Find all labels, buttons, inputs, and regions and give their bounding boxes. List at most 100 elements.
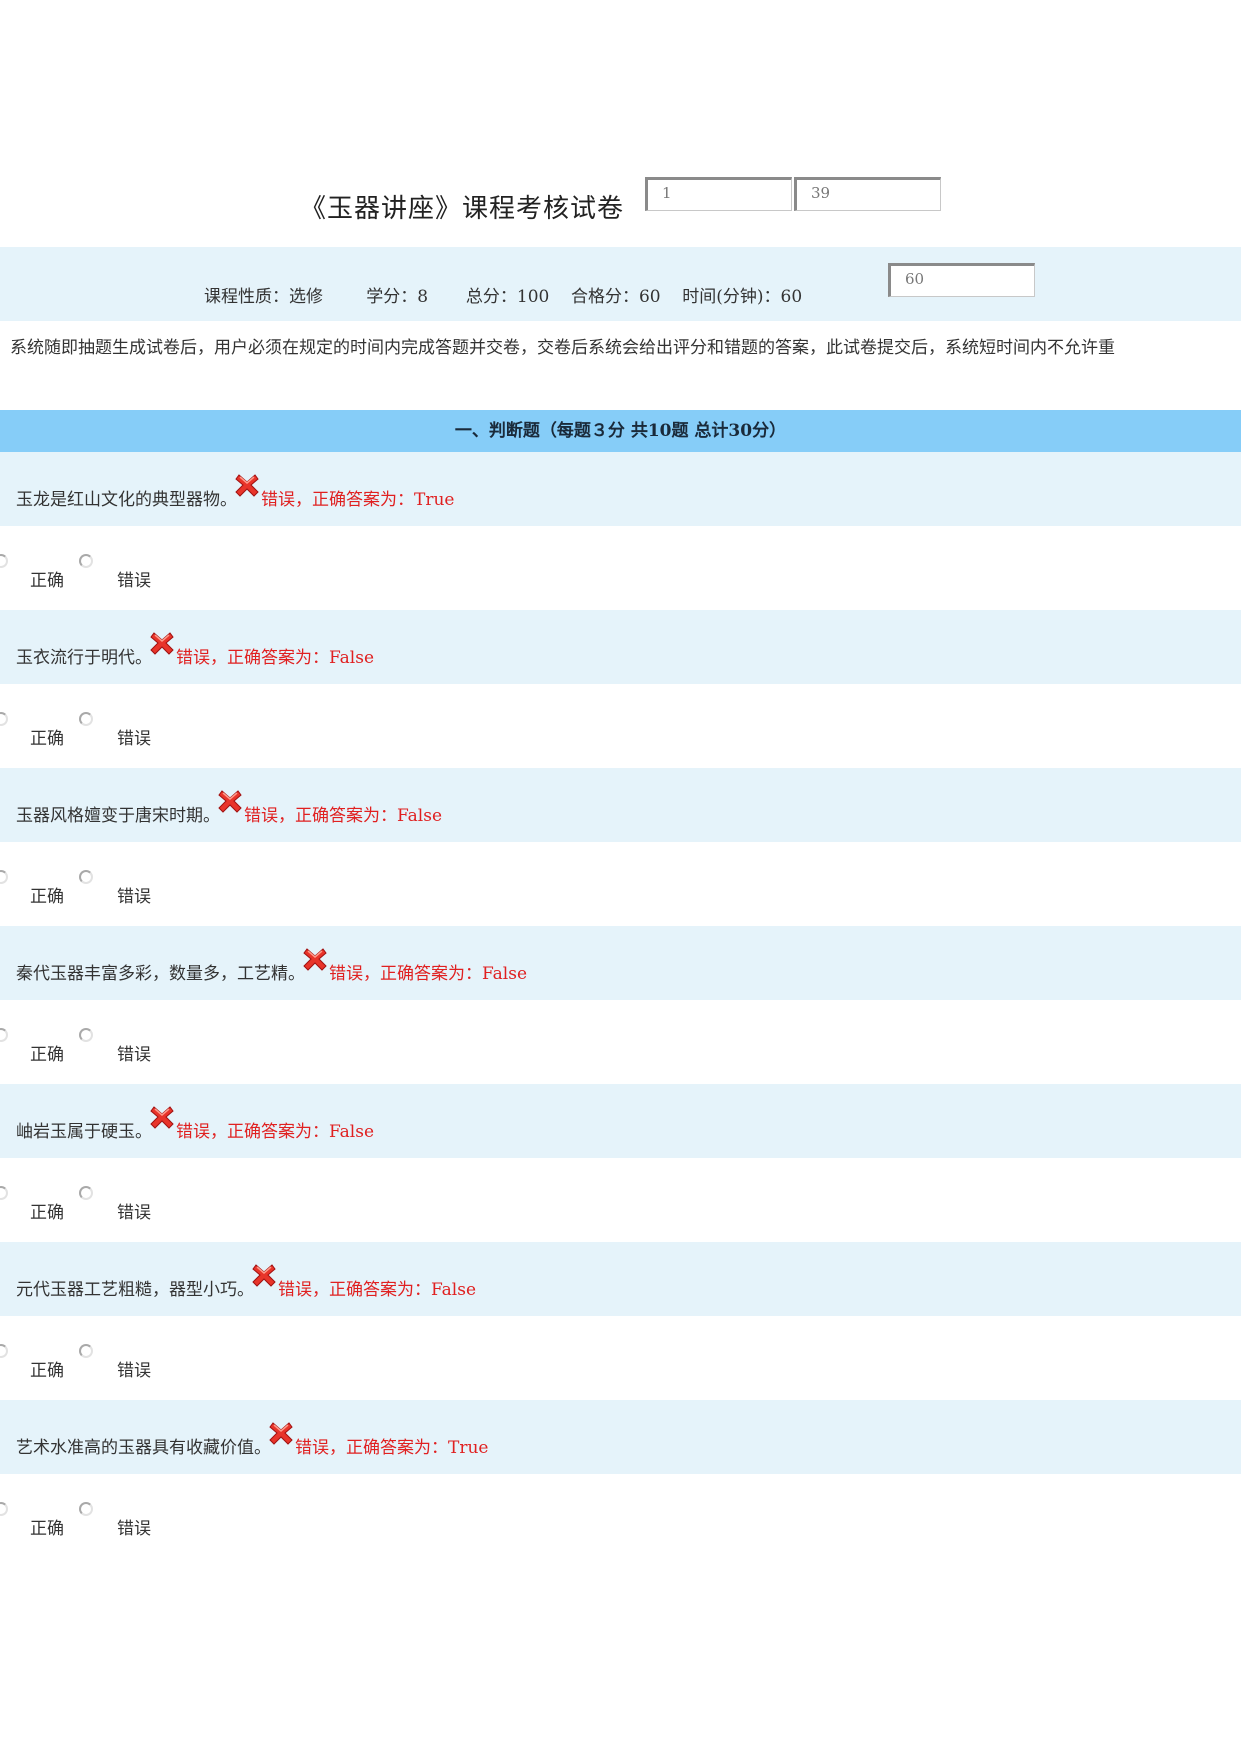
title-row: 《玉器讲座》课程考核试卷 1 39 (0, 176, 1241, 226)
question-result: 错误，正确答案为：False (150, 632, 374, 668)
red-x-icon (269, 1422, 293, 1445)
section-header: 一、判断题（每题３分 共10题 总计30分） (0, 410, 1241, 452)
question-header: 艺术水准高的玉器具有收藏价值。 错误，正确答案为：True (0, 1400, 1241, 1474)
answer-options: 正确 错误 (0, 1316, 1241, 1400)
red-x-icon (150, 1106, 174, 1129)
false-radio[interactable] (79, 1028, 93, 1042)
result-text: 错误，正确答案为：False (244, 806, 442, 826)
false-label: 错误 (117, 1361, 151, 1381)
course-info-band: 课程性质：选修 学分：8 总分：100 合格分：60 时间(分钟)：60 60 (0, 247, 1241, 321)
true-radio[interactable] (0, 554, 8, 568)
question-text-line: 岫岩玉属于硬玉。 错误，正确答案为：False (16, 1106, 374, 1142)
question-text: 元代玉器工艺粗糙，器型小巧。 (16, 1280, 254, 1300)
question-item: 艺术水准高的玉器具有收藏价值。 错误，正确答案为：True 正确 错误 (0, 1400, 1241, 1558)
result-text: 错误，正确答案为：False (278, 1280, 476, 1300)
answer-options: 正确 错误 (0, 1000, 1241, 1084)
question-result: 错误，正确答案为：True (235, 474, 455, 510)
credit: 学分：8 (366, 287, 429, 307)
exam-title: 《玉器讲座》课程考核试卷 (300, 194, 625, 224)
question-item: 岫岩玉属于硬玉。 错误，正确答案为：False 正确 错误 (0, 1084, 1241, 1242)
question-text: 玉龙是红山文化的典型器物。 (16, 490, 237, 510)
notice-text: ：系统随即抽题生成试卷后，用户必须在规定的时间内完成答题并交卷，交卷后系统会给出… (0, 338, 1115, 358)
question-item: 元代玉器工艺粗糙，器型小巧。 错误，正确答案为：False 正确 错误 (0, 1242, 1241, 1400)
question-text-line: 玉龙是红山文化的典型器物。 错误，正确答案为：True (16, 474, 455, 510)
answer-options: 正确 错误 (0, 1158, 1241, 1242)
pass-score: 合格分：60 (570, 287, 661, 307)
true-label: 正确 (30, 1203, 64, 1223)
answer-options: 正确 错误 (0, 684, 1241, 768)
question-result: 错误，正确答案为：True (269, 1422, 489, 1458)
exam-notice: ：系统随即抽题生成试卷后，用户必须在规定的时间内完成答题并交卷，交卷后系统会给出… (0, 333, 1241, 359)
true-label: 正确 (30, 571, 64, 591)
true-label: 正确 (30, 887, 64, 907)
total-score: 总分：100 (465, 287, 550, 307)
question-text-line: 秦代玉器丰富多彩，数量多，工艺精。 错误，正确答案为：False (16, 948, 527, 984)
question-result: 错误，正确答案为：False (252, 1264, 476, 1300)
red-x-icon (150, 632, 174, 655)
question-result: 错误，正确答案为：False (218, 790, 442, 826)
false-radio[interactable] (79, 1344, 93, 1358)
result-text: 错误，正确答案为：True (295, 1438, 489, 1458)
page-number-field[interactable]: 1 (645, 177, 792, 211)
question-list: 玉龙是红山文化的典型器物。 错误，正确答案为：True 正确 错误 玉衣流行于明代。 错误… (0, 452, 1241, 1558)
question-header: 岫岩玉属于硬玉。 错误，正确答案为：False (0, 1084, 1241, 1158)
question-header: 玉器风格嬗变于唐宋时期。 错误，正确答案为：False (0, 768, 1241, 842)
question-text: 玉器风格嬗变于唐宋时期。 (16, 806, 220, 826)
question-text: 秦代玉器丰富多彩，数量多，工艺精。 (16, 964, 305, 984)
question-text-line: 玉器风格嬗变于唐宋时期。 错误，正确答案为：False (16, 790, 442, 826)
question-item: 玉龙是红山文化的典型器物。 错误，正确答案为：True 正确 错误 (0, 452, 1241, 610)
result-text: 错误，正确答案为：False (329, 964, 527, 984)
false-label: 错误 (117, 887, 151, 907)
question-result: 错误，正确答案为：False (303, 948, 527, 984)
red-x-icon (235, 474, 259, 497)
question-item: 秦代玉器丰富多彩，数量多，工艺精。 错误，正确答案为：False 正确 错误 (0, 926, 1241, 1084)
question-text-line: 艺术水准高的玉器具有收藏价值。 错误，正确答案为：True (16, 1422, 489, 1458)
question-text-line: 元代玉器工艺粗糙，器型小巧。 错误，正确答案为：False (16, 1264, 476, 1300)
red-x-icon (303, 948, 327, 971)
false-radio[interactable] (79, 554, 93, 568)
true-radio[interactable] (0, 1502, 8, 1516)
red-x-icon (218, 790, 242, 813)
answer-options: 正确 错误 (0, 1474, 1241, 1558)
true-radio[interactable] (0, 1344, 8, 1358)
false-label: 错误 (117, 729, 151, 749)
result-text: 错误，正确答案为：False (176, 1122, 374, 1142)
false-label: 错误 (117, 1045, 151, 1065)
true-label: 正确 (30, 1519, 64, 1539)
true-label: 正确 (30, 729, 64, 749)
question-header: 秦代玉器丰富多彩，数量多，工艺精。 错误，正确答案为：False (0, 926, 1241, 1000)
true-radio[interactable] (0, 870, 8, 884)
red-x-icon (252, 1264, 276, 1287)
question-text: 岫岩玉属于硬玉。 (16, 1122, 152, 1142)
true-radio[interactable] (0, 1186, 8, 1200)
question-item: 玉器风格嬗变于唐宋时期。 错误，正确答案为：False 正确 错误 (0, 768, 1241, 926)
timer-field[interactable]: 60 (888, 263, 1035, 297)
question-text: 玉衣流行于明代。 (16, 648, 152, 668)
true-radio[interactable] (0, 1028, 8, 1042)
false-label: 错误 (117, 1203, 151, 1223)
question-text: 艺术水准高的玉器具有收藏价值。 (16, 1438, 271, 1458)
course-info: 课程性质：选修 学分：8 总分：100 合格分：60 时间(分钟)：60 (204, 282, 802, 307)
false-radio[interactable] (79, 1502, 93, 1516)
answer-options: 正确 错误 (0, 526, 1241, 610)
question-header: 元代玉器工艺粗糙，器型小巧。 错误，正确答案为：False (0, 1242, 1241, 1316)
question-text-line: 玉衣流行于明代。 错误，正确答案为：False (16, 632, 374, 668)
question-header: 玉衣流行于明代。 错误，正确答案为：False (0, 610, 1241, 684)
false-radio[interactable] (79, 1186, 93, 1200)
true-label: 正确 (30, 1361, 64, 1381)
question-header: 玉龙是红山文化的典型器物。 错误，正确答案为：True (0, 452, 1241, 526)
exam-page: 《玉器讲座》课程考核试卷 1 39 课程性质：选修 学分：8 总分：100 合格… (0, 0, 1241, 1754)
time-limit: 时间(分钟)：60 (682, 287, 803, 307)
false-radio[interactable] (79, 870, 93, 884)
result-text: 错误，正确答案为：True (261, 490, 455, 510)
course-type: 课程性质：选修 (204, 287, 323, 307)
result-text: 错误，正确答案为：False (176, 648, 374, 668)
false-radio[interactable] (79, 712, 93, 726)
false-label: 错误 (117, 571, 151, 591)
question-item: 玉衣流行于明代。 错误，正确答案为：False 正确 错误 (0, 610, 1241, 768)
true-radio[interactable] (0, 712, 8, 726)
exam-id-field[interactable]: 39 (794, 177, 941, 211)
question-result: 错误，正确答案为：False (150, 1106, 374, 1142)
answer-options: 正确 错误 (0, 842, 1241, 926)
false-label: 错误 (117, 1519, 151, 1539)
